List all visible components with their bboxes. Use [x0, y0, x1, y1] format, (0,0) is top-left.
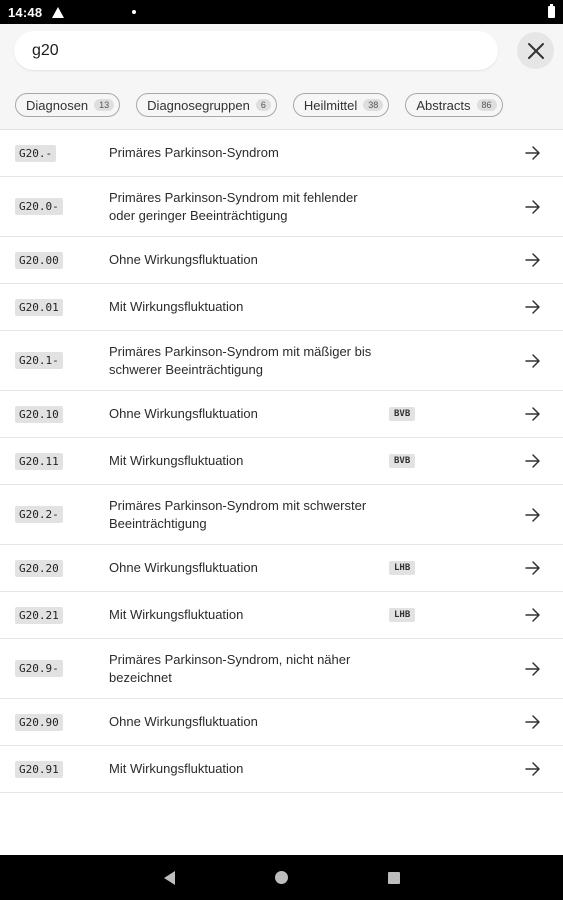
list-item[interactable]: G20.0- Primäres Parkinson-Syndrom mit fe… [0, 177, 563, 237]
list-item[interactable]: G20.90 Ohne Wirkungsfluktuation [0, 699, 563, 746]
chip-count: 13 [94, 99, 115, 111]
icd-code: G20.01 [15, 298, 63, 316]
item-description: Primäres Parkinson-Syndrom mit fehlender… [109, 189, 358, 223]
arrow-right-icon [524, 198, 542, 216]
status-time: 14:48 [8, 4, 43, 20]
icd-code: G20.2- [15, 506, 63, 523]
arrow-right-icon [524, 298, 542, 316]
arrow-right-icon [524, 452, 542, 470]
billing-tag: LHB [389, 561, 416, 575]
search-input[interactable] [32, 41, 498, 60]
icd-code: G20.1- [15, 352, 63, 369]
notification-dot-icon [132, 10, 137, 14]
icd-code: G20.9- [15, 660, 63, 677]
item-description: Ohne Wirkungsfluktuation [109, 406, 258, 421]
icd-code: G20.- [15, 144, 57, 162]
list-item[interactable]: G20.20 Ohne Wirkungsfluktuation LHB [0, 545, 563, 592]
arrow-right-icon [524, 251, 542, 269]
arrow-right-icon [524, 144, 542, 162]
icd-code: G20.20 [15, 559, 63, 577]
item-description: Mit Wirkungsfluktuation [109, 299, 244, 314]
item-description: Mit Wirkungsfluktuation [109, 453, 244, 468]
item-description: Ohne Wirkungsfluktuation [109, 714, 258, 729]
list-item[interactable]: G20.01 Mit Wirkungsfluktuation [0, 284, 563, 331]
item-description: Primäres Parkinson-Syndrom mit mäßiger b… [109, 343, 372, 377]
chip-count: 38 [363, 99, 384, 111]
billing-tag: BVB [389, 407, 416, 421]
item-description: Primäres Parkinson-Syndrom, nicht näher … [109, 651, 351, 685]
warning-icon [52, 6, 65, 18]
item-description: Ohne Wirkungsfluktuation [109, 252, 258, 267]
list-item[interactable]: G20.91 Mit Wirkungsfluktuation [0, 746, 563, 793]
status-bar: 14:48 [0, 0, 563, 24]
battery-icon [548, 4, 555, 18]
item-description: Mit Wirkungsfluktuation [109, 607, 244, 622]
chip-label: Abstracts [416, 97, 471, 113]
icd-code: G20.91 [15, 760, 63, 778]
search-box[interactable] [14, 31, 498, 70]
system-nav-bar [0, 855, 563, 900]
item-description: Primäres Parkinson-Syndrom mit schwerste… [109, 497, 367, 531]
filter-chip-diagnosegruppen[interactable]: Diagnosegruppen 6 [136, 93, 277, 117]
filter-chip-abstracts[interactable]: Abstracts 86 [405, 93, 503, 117]
icd-code: G20.21 [15, 606, 63, 624]
item-description: Primäres Parkinson-Syndrom [109, 145, 279, 160]
icd-code: G20.0- [15, 198, 63, 215]
results-list: G20.- Primäres Parkinson-Syndrom G20.0- … [0, 130, 563, 793]
arrow-right-icon [524, 660, 542, 678]
billing-tag: LHB [389, 608, 416, 622]
icd-code: G20.00 [15, 251, 63, 269]
filter-chip-heilmittel[interactable]: Heilmittel 38 [292, 93, 390, 117]
list-item[interactable]: G20.11 Mit Wirkungsfluktuation BVB [0, 438, 563, 485]
arrow-right-icon [524, 405, 542, 423]
arrow-right-icon [524, 760, 542, 778]
chip-count: 6 [255, 99, 271, 111]
billing-tag: BVB [389, 454, 416, 468]
chip-label: Diagnosen [26, 97, 89, 113]
nav-home-icon[interactable] [274, 871, 288, 884]
arrow-right-icon [524, 352, 542, 370]
list-item[interactable]: G20.- Primäres Parkinson-Syndrom [0, 130, 563, 177]
icd-code: G20.10 [15, 405, 63, 423]
list-item[interactable]: G20.2- Primäres Parkinson-Syndrom mit sc… [0, 485, 563, 545]
list-item[interactable]: G20.21 Mit Wirkungsfluktuation LHB [0, 592, 563, 639]
icd-code: G20.90 [15, 713, 63, 731]
item-description: Mit Wirkungsfluktuation [109, 761, 244, 776]
arrow-right-icon [524, 606, 542, 624]
filter-chip-diagnosen[interactable]: Diagnosen 13 [15, 93, 121, 117]
nav-back-icon[interactable] [163, 870, 175, 885]
chip-label: Heilmittel [303, 97, 358, 113]
nav-recent-icon[interactable] [387, 871, 400, 884]
clear-search-button[interactable] [517, 32, 554, 69]
filter-chips: Diagnosen 13 Diagnosegruppen 6 Heilmitte… [15, 93, 503, 117]
item-description: Ohne Wirkungsfluktuation [109, 560, 258, 575]
list-item[interactable]: G20.1- Primäres Parkinson-Syndrom mit mä… [0, 331, 563, 391]
list-item[interactable]: G20.10 Ohne Wirkungsfluktuation BVB [0, 391, 563, 438]
list-item[interactable]: G20.00 Ohne Wirkungsfluktuation [0, 237, 563, 284]
arrow-right-icon [524, 713, 542, 731]
close-icon [527, 42, 544, 59]
arrow-right-icon [524, 506, 542, 524]
search-header: Diagnosen 13 Diagnosegruppen 6 Heilmitte… [0, 24, 563, 130]
icd-code: G20.11 [15, 452, 63, 470]
list-item[interactable]: G20.9- Primäres Parkinson-Syndrom, nicht… [0, 639, 563, 699]
chip-count: 86 [476, 99, 497, 111]
chip-label: Diagnosegruppen [147, 97, 250, 113]
arrow-right-icon [524, 559, 542, 577]
